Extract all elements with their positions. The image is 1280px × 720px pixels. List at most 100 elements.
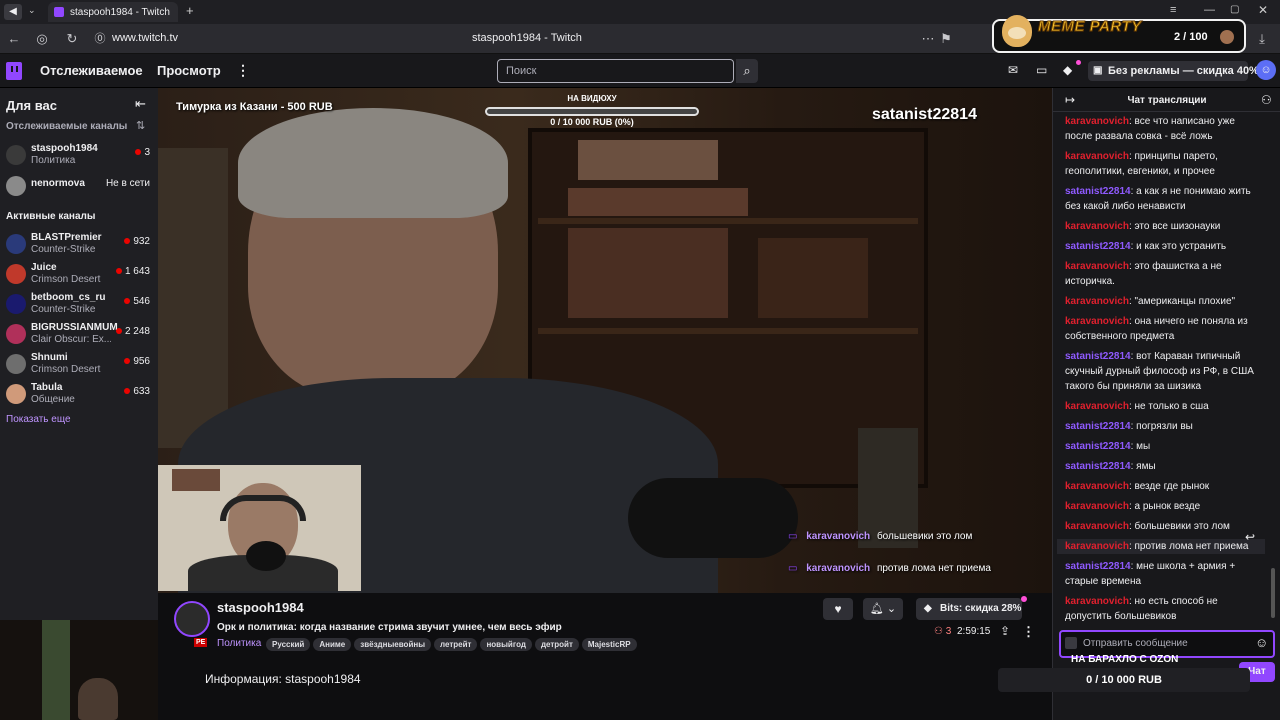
chat-username[interactable]: karavanovich xyxy=(1065,261,1129,272)
search-input[interactable]: Поиск xyxy=(497,59,734,83)
category-link[interactable]: Политика xyxy=(217,638,261,649)
person-icon: ⚇ xyxy=(934,626,943,637)
avatar xyxy=(1220,30,1234,44)
new-tab-icon[interactable]: + xyxy=(186,3,194,18)
tag[interactable]: MajesticRP xyxy=(581,638,637,651)
follow-heart-icon[interactable]: ♥ xyxy=(823,598,853,620)
chat-username[interactable]: satanist22814 xyxy=(1065,561,1131,572)
chat-username[interactable]: karavanovich xyxy=(1065,596,1129,607)
close-icon[interactable]: ✕ xyxy=(1258,3,1268,17)
sidebar-channel-staspooh1984[interactable]: staspooh1984 Политика 3 xyxy=(6,143,154,171)
sidebar-channel-betboom-cs-ru[interactable]: betboom_cs_ru Counter-Strike 546 xyxy=(6,292,154,320)
tag[interactable]: новыйгод xyxy=(480,638,532,651)
sidebar-channel-juice[interactable]: Juice Crimson Desert 1 643 xyxy=(6,262,154,290)
nav-browse[interactable]: Просмотр xyxy=(157,63,221,78)
nav-following[interactable]: Отслеживаемое xyxy=(40,63,143,78)
site-info-icon[interactable]: ⓪ xyxy=(92,32,108,46)
channel-avatar[interactable] xyxy=(174,601,210,637)
download-icon[interactable]: ⤓ xyxy=(1254,32,1270,46)
tag[interactable]: летрейт xyxy=(434,638,478,651)
chat-username[interactable]: karavanovich xyxy=(1065,521,1129,532)
chat-scrollbar[interactable] xyxy=(1271,568,1275,618)
chat-username[interactable]: satanist22814 xyxy=(1065,421,1131,432)
tag-list: Русский Аниме звёздныевойны летрейт новыйгод… xyxy=(266,636,640,651)
overlay-chat-user: karavanovich xyxy=(806,531,871,542)
chat-message: karavanovich: это все шизонауки xyxy=(1065,221,1221,232)
doge-logo xyxy=(1002,15,1032,47)
goal-progress-bar xyxy=(485,107,699,116)
more-vertical-icon[interactable]: ⋮ xyxy=(1022,624,1035,640)
overlay-chat-text: против лома нет приема xyxy=(876,563,991,574)
chat-username[interactable]: karavanovich xyxy=(1065,501,1129,512)
twitch-favicon-icon xyxy=(54,7,64,17)
chat-bubble-icon: ▭ xyxy=(788,531,798,542)
sort-icon[interactable]: ⇅ xyxy=(136,119,145,132)
tag[interactable]: Аниме xyxy=(313,638,352,651)
search-icon[interactable]: ⌕ xyxy=(736,59,758,83)
sidebar-channel-shnumi[interactable]: Shnumi Crimson Desert 956 xyxy=(6,352,154,380)
chat-message: karavanovich: везде где рынок xyxy=(1065,481,1210,492)
sidebar: Для вас ⇤ Отслеживаемые каналы ⇅ staspoo… xyxy=(0,88,158,620)
sidebar-channel-bigrussianmum[interactable]: BIGRUSSIANMUM Clair Obscur: Ex... 2 248 xyxy=(6,322,154,350)
bits-button[interactable]: ◆ Bits: скидка 28% xyxy=(916,598,1022,620)
collapse-sidebar-icon[interactable]: ⇤ xyxy=(135,96,146,112)
tag[interactable]: Русский xyxy=(266,638,311,651)
notifications-bell-icon[interactable]: 🔔︎ ⌄ xyxy=(863,598,903,620)
chat-text: и как это устранить xyxy=(1136,241,1227,252)
smiley-icon[interactable]: ☺ xyxy=(1255,635,1268,650)
headphones xyxy=(220,495,306,521)
sidebar-channel-tabula[interactable]: Tabula Общение 633 xyxy=(6,382,154,410)
channel-name: Shnumi xyxy=(31,352,68,363)
twitch-logo[interactable] xyxy=(6,62,22,80)
chat-username[interactable]: karavanovich xyxy=(1065,541,1129,552)
reload-icon[interactable]: ↻ xyxy=(64,32,80,46)
about-heading: Информация: staspooh1984 xyxy=(205,672,361,686)
user-avatar-icon[interactable]: ☺ xyxy=(1256,60,1276,80)
chat-username[interactable]: karavanovich xyxy=(1065,401,1129,412)
maximize-icon[interactable]: ▢ xyxy=(1230,4,1239,15)
url-field[interactable]: www.twitch.tv xyxy=(112,32,178,44)
chat-banner: НА БАРАХЛО С OZON xyxy=(1071,654,1179,665)
share-icon[interactable]: ⇪ xyxy=(1000,624,1010,638)
menu-icon[interactable]: ≡ xyxy=(1170,4,1176,16)
more-vertical-icon[interactable]: ⋮ xyxy=(236,62,250,79)
sidebar-channel-nenormova[interactable]: nenormova Не в сети xyxy=(6,174,154,202)
channel-name[interactable]: staspooh1984 xyxy=(217,600,304,615)
browser-tab[interactable]: staspooh1984 - Twitch xyxy=(48,2,178,22)
bookmark-icon[interactable]: ⚑ xyxy=(938,32,954,46)
whispers-icon[interactable]: ▭ xyxy=(1036,63,1047,77)
chat-username[interactable]: satanist22814 xyxy=(1065,241,1131,252)
chat-username[interactable]: karavanovich xyxy=(1065,316,1129,327)
chat-username[interactable]: karavanovich xyxy=(1065,151,1129,162)
chat-username[interactable]: karavanovich xyxy=(1065,221,1129,232)
reply-icon[interactable]: ↩ xyxy=(1245,530,1255,544)
chat-username[interactable]: karavanovich xyxy=(1065,296,1129,307)
tag[interactable]: детройт xyxy=(534,638,579,651)
category-thumbnail: PE xyxy=(194,638,208,647)
sidebar-channel-blastpremier[interactable]: BLASTPremier Counter-Strike 932 xyxy=(6,232,154,260)
ad-free-promo-button[interactable]: ▣ Без рекламы — скидка 40% xyxy=(1088,61,1259,81)
speaker-icon[interactable]: ◀ xyxy=(4,4,22,20)
meme-party-title: MEME PARTY xyxy=(1038,18,1142,36)
tag[interactable]: звёздныевойны xyxy=(354,638,432,651)
emote-icon[interactable] xyxy=(1065,637,1077,649)
channel-name: BIGRUSSIANMUM xyxy=(31,322,118,333)
minimize-icon[interactable]: — xyxy=(1204,4,1215,16)
community-icon[interactable]: ⚇ xyxy=(1261,93,1272,107)
chat-username[interactable]: satanist22814 xyxy=(1065,441,1131,452)
back-icon[interactable]: ← xyxy=(6,32,22,46)
more-icon[interactable]: ⋯ xyxy=(920,32,936,46)
chat-username[interactable]: karavanovich xyxy=(1065,116,1129,127)
show-more-link[interactable]: Показать еще xyxy=(6,414,71,425)
chat-username[interactable]: karavanovich xyxy=(1065,481,1129,492)
chat-username[interactable]: satanist22814 xyxy=(1065,461,1131,472)
crown-icon[interactable]: ◆ xyxy=(1063,63,1072,77)
overlay-chat-message: ▭ karavanovich большевики это лом xyxy=(788,531,972,542)
chat-username[interactable]: satanist22814 xyxy=(1065,351,1131,362)
inbox-icon[interactable]: ✉ xyxy=(1008,63,1018,77)
video-player[interactable]: Тимурка из Казани - 500 RUB НА ВИДЮХУ 0 … xyxy=(158,88,1052,593)
chat-username[interactable]: satanist22814 xyxy=(1065,186,1131,197)
home-icon[interactable]: ◎ xyxy=(34,32,50,46)
stream-uptime: 2:59:15 xyxy=(957,626,991,637)
chevron-down-icon[interactable]: ⌄ xyxy=(28,5,36,16)
